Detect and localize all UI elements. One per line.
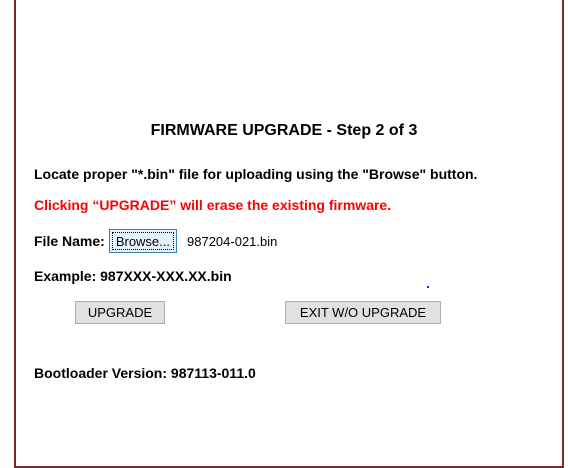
file-chooser-row: File Name: Browse... 987204-021.bin [34,229,277,253]
instruction-text: Locate proper "*.bin" file for uploading… [34,166,478,182]
exit-without-upgrade-button[interactable]: EXIT W/O UPGRADE [285,301,441,324]
stray-dot [427,286,429,288]
example-text: Example: 987XXX-XXX.XX.bin [34,268,232,284]
file-name-label: File Name: [34,233,105,249]
warning-text: Clicking “UPGRADE” will erase the existi… [34,197,392,213]
browse-button[interactable]: Browse... [108,229,177,253]
page-title: FIRMWARE UPGRADE - Step 2 of 3 [150,122,418,139]
upgrade-button[interactable]: UPGRADE [75,301,165,324]
bootloader-version: Bootloader Version: 987113-011.0 [34,365,256,381]
selected-file-name: 987204-021.bin [187,233,278,249]
